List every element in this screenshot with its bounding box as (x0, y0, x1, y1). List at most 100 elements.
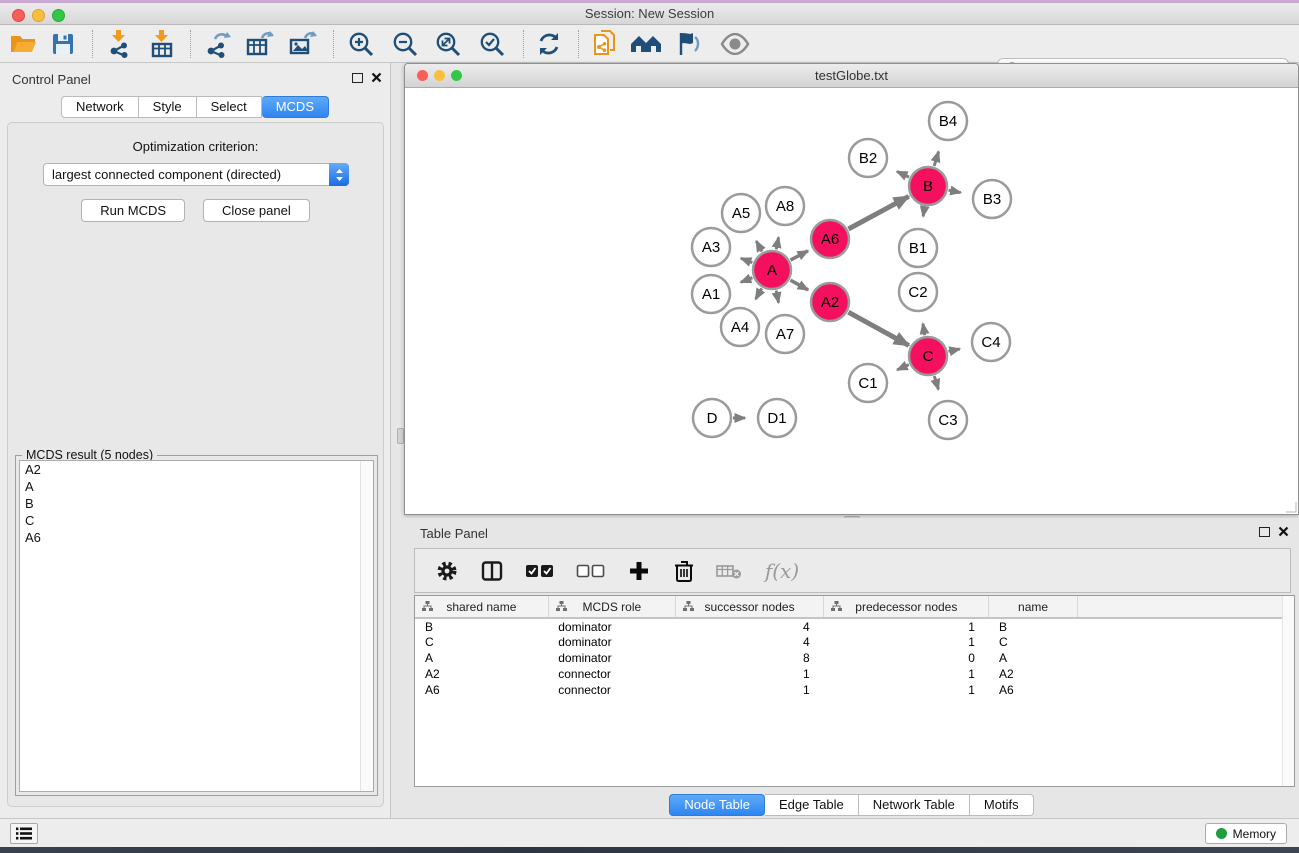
tab-network-table[interactable]: Network Table (859, 794, 970, 816)
graph-edge-A2-C[interactable] (848, 312, 908, 345)
zoom-in-icon[interactable] (344, 29, 378, 59)
table-row[interactable]: Bdominator41B (415, 618, 1283, 634)
graph-edge-B-B2[interactable] (897, 172, 909, 178)
table-row[interactable]: A2connector11A2 (415, 666, 1283, 682)
apply-function-icon[interactable]: f(x) (760, 557, 804, 585)
graph-node-A6[interactable]: A6 (811, 220, 849, 258)
table-cell[interactable]: C (415, 634, 548, 650)
import-network-icon[interactable] (102, 29, 136, 59)
graph-node-D1[interactable]: D1 (758, 399, 796, 437)
graph-edge-A-A3[interactable] (741, 258, 752, 262)
graph-edge-A-A2[interactable] (790, 280, 808, 290)
graph-edge-A-A7[interactable] (776, 291, 778, 303)
home-icon[interactable] (629, 29, 663, 59)
zoom-selected-icon[interactable] (475, 29, 509, 59)
close-panel-icon[interactable] (371, 72, 382, 83)
graph-edge-C-C3[interactable] (934, 376, 938, 389)
export-table-icon[interactable] (243, 29, 277, 59)
select-all-columns-icon[interactable] (523, 557, 557, 585)
tab-select[interactable]: Select (197, 96, 262, 118)
graph-node-A3[interactable]: A3 (692, 228, 730, 266)
run-mcds-button[interactable]: Run MCDS (81, 199, 185, 222)
table-cell[interactable]: 1 (824, 666, 989, 682)
table-cell[interactable]: 1 (675, 666, 823, 682)
list-item[interactable]: C (20, 512, 373, 529)
table-cell[interactable]: A2 (415, 666, 548, 682)
table-cell[interactable]: connector (548, 682, 675, 698)
mcds-result-list[interactable]: A2ABCA6 (19, 460, 374, 792)
deselect-all-columns-icon[interactable] (574, 557, 608, 585)
delete-columns-trash-icon[interactable] (670, 557, 698, 585)
table-row[interactable]: Cdominator41C (415, 634, 1283, 650)
graph-node-A5[interactable]: A5 (722, 194, 760, 232)
graph-node-B[interactable]: B (909, 167, 947, 205)
table-cell[interactable]: 1 (675, 682, 823, 698)
table-cell[interactable]: 1 (824, 618, 989, 634)
tab-style[interactable]: Style (139, 96, 197, 118)
graph-node-D[interactable]: D (693, 399, 731, 437)
graph-node-A8[interactable]: A8 (766, 187, 804, 225)
tab-mcds[interactable]: MCDS (262, 96, 329, 118)
table-cell[interactable]: 1 (824, 682, 989, 698)
add-column-icon[interactable] (625, 557, 653, 585)
window-titlebar[interactable]: Session: New Session (0, 3, 1299, 25)
table-cell[interactable]: A (989, 650, 1077, 666)
tab-node-table[interactable]: Node Table (669, 794, 765, 816)
graph-edge-A-A5[interactable] (756, 241, 762, 251)
table-cell[interactable]: dominator (548, 650, 675, 666)
graph-node-C4[interactable]: C4 (972, 323, 1010, 361)
table-row[interactable]: A6connector11A6 (415, 682, 1283, 698)
table-cell[interactable]: A6 (989, 682, 1077, 698)
graph-edge-B-B3[interactable] (949, 190, 961, 192)
list-item[interactable]: A (20, 478, 373, 495)
column-header-shared-name[interactable]: shared name (415, 596, 548, 618)
zoom-fit-icon[interactable] (431, 29, 465, 59)
network-view-window[interactable]: testGlobe.txt B4B2BB3A5A8A6A3B1AC2A1A2A4… (404, 63, 1299, 515)
table-settings-gear-icon[interactable] (433, 557, 461, 585)
delete-table-icon[interactable] (715, 557, 743, 585)
float-panel-icon[interactable] (352, 73, 363, 83)
graph-node-A1[interactable]: A1 (692, 275, 730, 313)
list-item[interactable]: A2 (20, 461, 373, 478)
table-cell[interactable]: A (415, 650, 548, 666)
open-session-icon[interactable] (6, 29, 40, 59)
tab-network[interactable]: Network (61, 96, 139, 118)
float-panel-icon[interactable] (1259, 527, 1270, 537)
graph-node-C3[interactable]: C3 (929, 401, 967, 439)
list-item[interactable]: A6 (20, 529, 373, 546)
table-row[interactable]: Adominator80A (415, 650, 1283, 666)
close-panel-icon[interactable] (1278, 526, 1289, 537)
hide-graphics-details-icon[interactable] (672, 29, 706, 59)
graph-edge-B-B4[interactable] (934, 152, 938, 166)
node-table[interactable]: shared nameMCDS rolesuccessor nodesprede… (414, 595, 1295, 787)
graph-edge-A-A8[interactable] (776, 237, 778, 249)
show-graphics-details-icon[interactable] (718, 29, 752, 59)
resize-grip-icon[interactable] (1285, 501, 1297, 513)
tab-motifs[interactable]: Motifs (970, 794, 1034, 816)
graph-node-B1[interactable]: B1 (899, 229, 937, 267)
graph-edge-C-C2[interactable] (923, 324, 925, 336)
table-cell[interactable]: C (989, 634, 1077, 650)
table-cell[interactable]: 0 (824, 650, 989, 666)
open-session-file-icon[interactable] (588, 29, 622, 59)
list-item[interactable]: B (20, 495, 373, 512)
table-scrollbar[interactable] (1282, 596, 1294, 786)
graph-node-A[interactable]: A (753, 251, 791, 289)
table-cell[interactable]: A6 (415, 682, 548, 698)
export-network-icon[interactable] (200, 29, 234, 59)
export-image-icon[interactable] (286, 29, 320, 59)
graph-node-C[interactable]: C (909, 337, 947, 375)
column-header-MCDS-role[interactable]: MCDS role (548, 596, 675, 618)
refresh-icon[interactable] (532, 29, 566, 59)
column-header-successor-nodes[interactable]: successor nodes (675, 596, 823, 618)
graph-edge-A-A4[interactable] (756, 288, 762, 299)
graph-node-B2[interactable]: B2 (849, 139, 887, 177)
graph-node-C2[interactable]: C2 (899, 273, 937, 311)
table-cell[interactable]: 1 (824, 634, 989, 650)
graph-edge-A-A1[interactable] (741, 278, 753, 283)
graph-node-B4[interactable]: B4 (929, 102, 967, 140)
task-history-button[interactable] (10, 823, 38, 844)
table-cell[interactable]: 4 (675, 618, 823, 634)
graph-node-A7[interactable]: A7 (766, 315, 804, 353)
network-window-titlebar[interactable]: testGlobe.txt (405, 64, 1298, 88)
